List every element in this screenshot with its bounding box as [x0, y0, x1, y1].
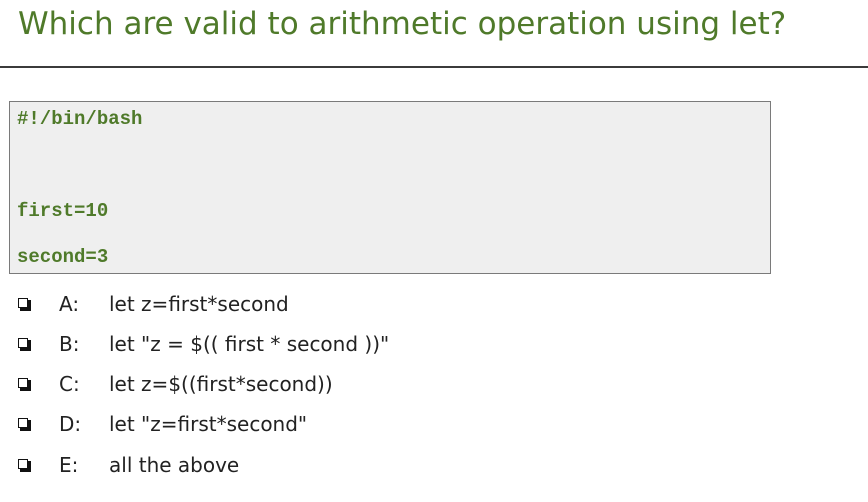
option-text: let z=$((first*second))	[109, 372, 333, 396]
checkbox-icon[interactable]	[18, 417, 31, 431]
code-line-shebang: #!/bin/bash	[17, 108, 143, 130]
code-line-first: first=10	[17, 200, 109, 222]
checkbox-icon[interactable]	[18, 458, 31, 472]
code-block: #!/bin/bash first=10 second=3	[9, 101, 771, 274]
option-letter: B:	[59, 332, 80, 356]
option-d[interactable]: D: let "z=first*second"	[14, 410, 307, 438]
option-letter: D:	[59, 412, 82, 436]
option-letter: E:	[59, 453, 79, 477]
option-text: let z=first*second	[109, 292, 289, 316]
title-divider	[0, 66, 868, 68]
option-text: let "z=first*second"	[109, 412, 308, 436]
option-text: let "z = $(( first * second ))"	[109, 332, 390, 356]
option-b[interactable]: B: let "z = $(( first * second ))"	[14, 330, 389, 358]
option-letter: C:	[59, 372, 80, 396]
page-title: Which are valid to arithmetic operation …	[18, 6, 787, 42]
option-a[interactable]: A: let z=first*second	[14, 290, 289, 318]
checkbox-icon[interactable]	[18, 377, 31, 391]
code-line-second: second=3	[17, 246, 109, 268]
option-letter: A:	[59, 292, 80, 316]
option-text: all the above	[109, 453, 240, 477]
checkbox-icon[interactable]	[18, 297, 31, 311]
checkbox-icon[interactable]	[18, 337, 31, 351]
option-c[interactable]: C: let z=$((first*second))	[14, 370, 333, 398]
option-e[interactable]: E: all the above	[14, 451, 239, 479]
